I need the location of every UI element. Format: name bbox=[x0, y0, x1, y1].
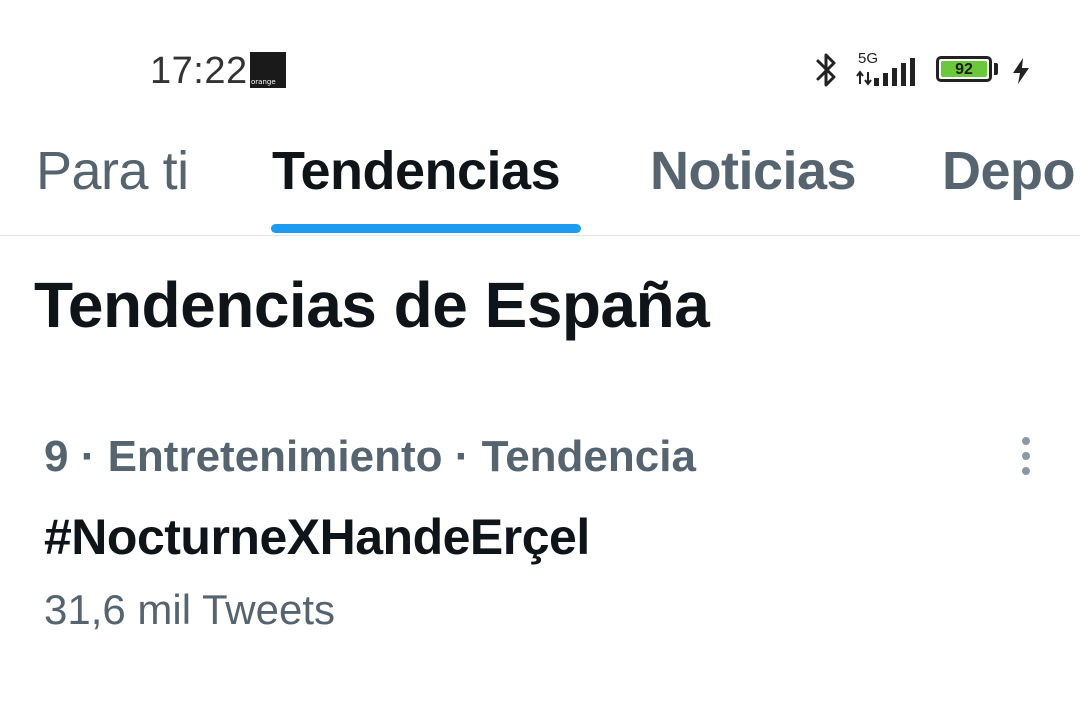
more-options-icon[interactable] bbox=[1006, 434, 1046, 478]
section-title: Tendencias de España bbox=[34, 269, 710, 341]
tab-noticias[interactable]: Noticias bbox=[650, 140, 857, 202]
trend-meta: 9 · Entretenimiento · Tendencia bbox=[44, 432, 696, 481]
status-bar: 17:22 orange 5G 92 bbox=[0, 0, 1080, 120]
trend-name[interactable]: #NocturneXHandeErçel bbox=[44, 508, 590, 566]
battery-level: 92 bbox=[955, 61, 973, 78]
signal-icon bbox=[856, 58, 915, 86]
tab-para-ti[interactable]: Para ti bbox=[36, 140, 189, 202]
battery-icon: 92 bbox=[936, 56, 992, 82]
trend-tweet-count: 31,6 mil Tweets bbox=[44, 586, 336, 633]
battery-fill: 92 bbox=[941, 61, 987, 78]
carrier-logo: orange bbox=[250, 52, 286, 88]
trend-item[interactable]: 9 · Entretenimiento · Tendencia #Nocturn… bbox=[0, 420, 1080, 650]
tab-deportes[interactable]: Depo bbox=[942, 140, 1076, 202]
active-tab-indicator bbox=[271, 224, 581, 233]
clock: 17:22 bbox=[150, 50, 248, 92]
tab-tendencias[interactable]: Tendencias bbox=[272, 140, 561, 202]
screen: 17:22 orange 5G 92 Para ti Tendencias No… bbox=[0, 0, 1080, 708]
carrier-label: orange bbox=[251, 78, 276, 86]
charging-icon bbox=[1013, 58, 1029, 84]
tab-bar: Para ti Tendencias Noticias Depo bbox=[0, 130, 1080, 236]
bluetooth-icon bbox=[816, 53, 836, 87]
battery-cap bbox=[994, 63, 998, 75]
